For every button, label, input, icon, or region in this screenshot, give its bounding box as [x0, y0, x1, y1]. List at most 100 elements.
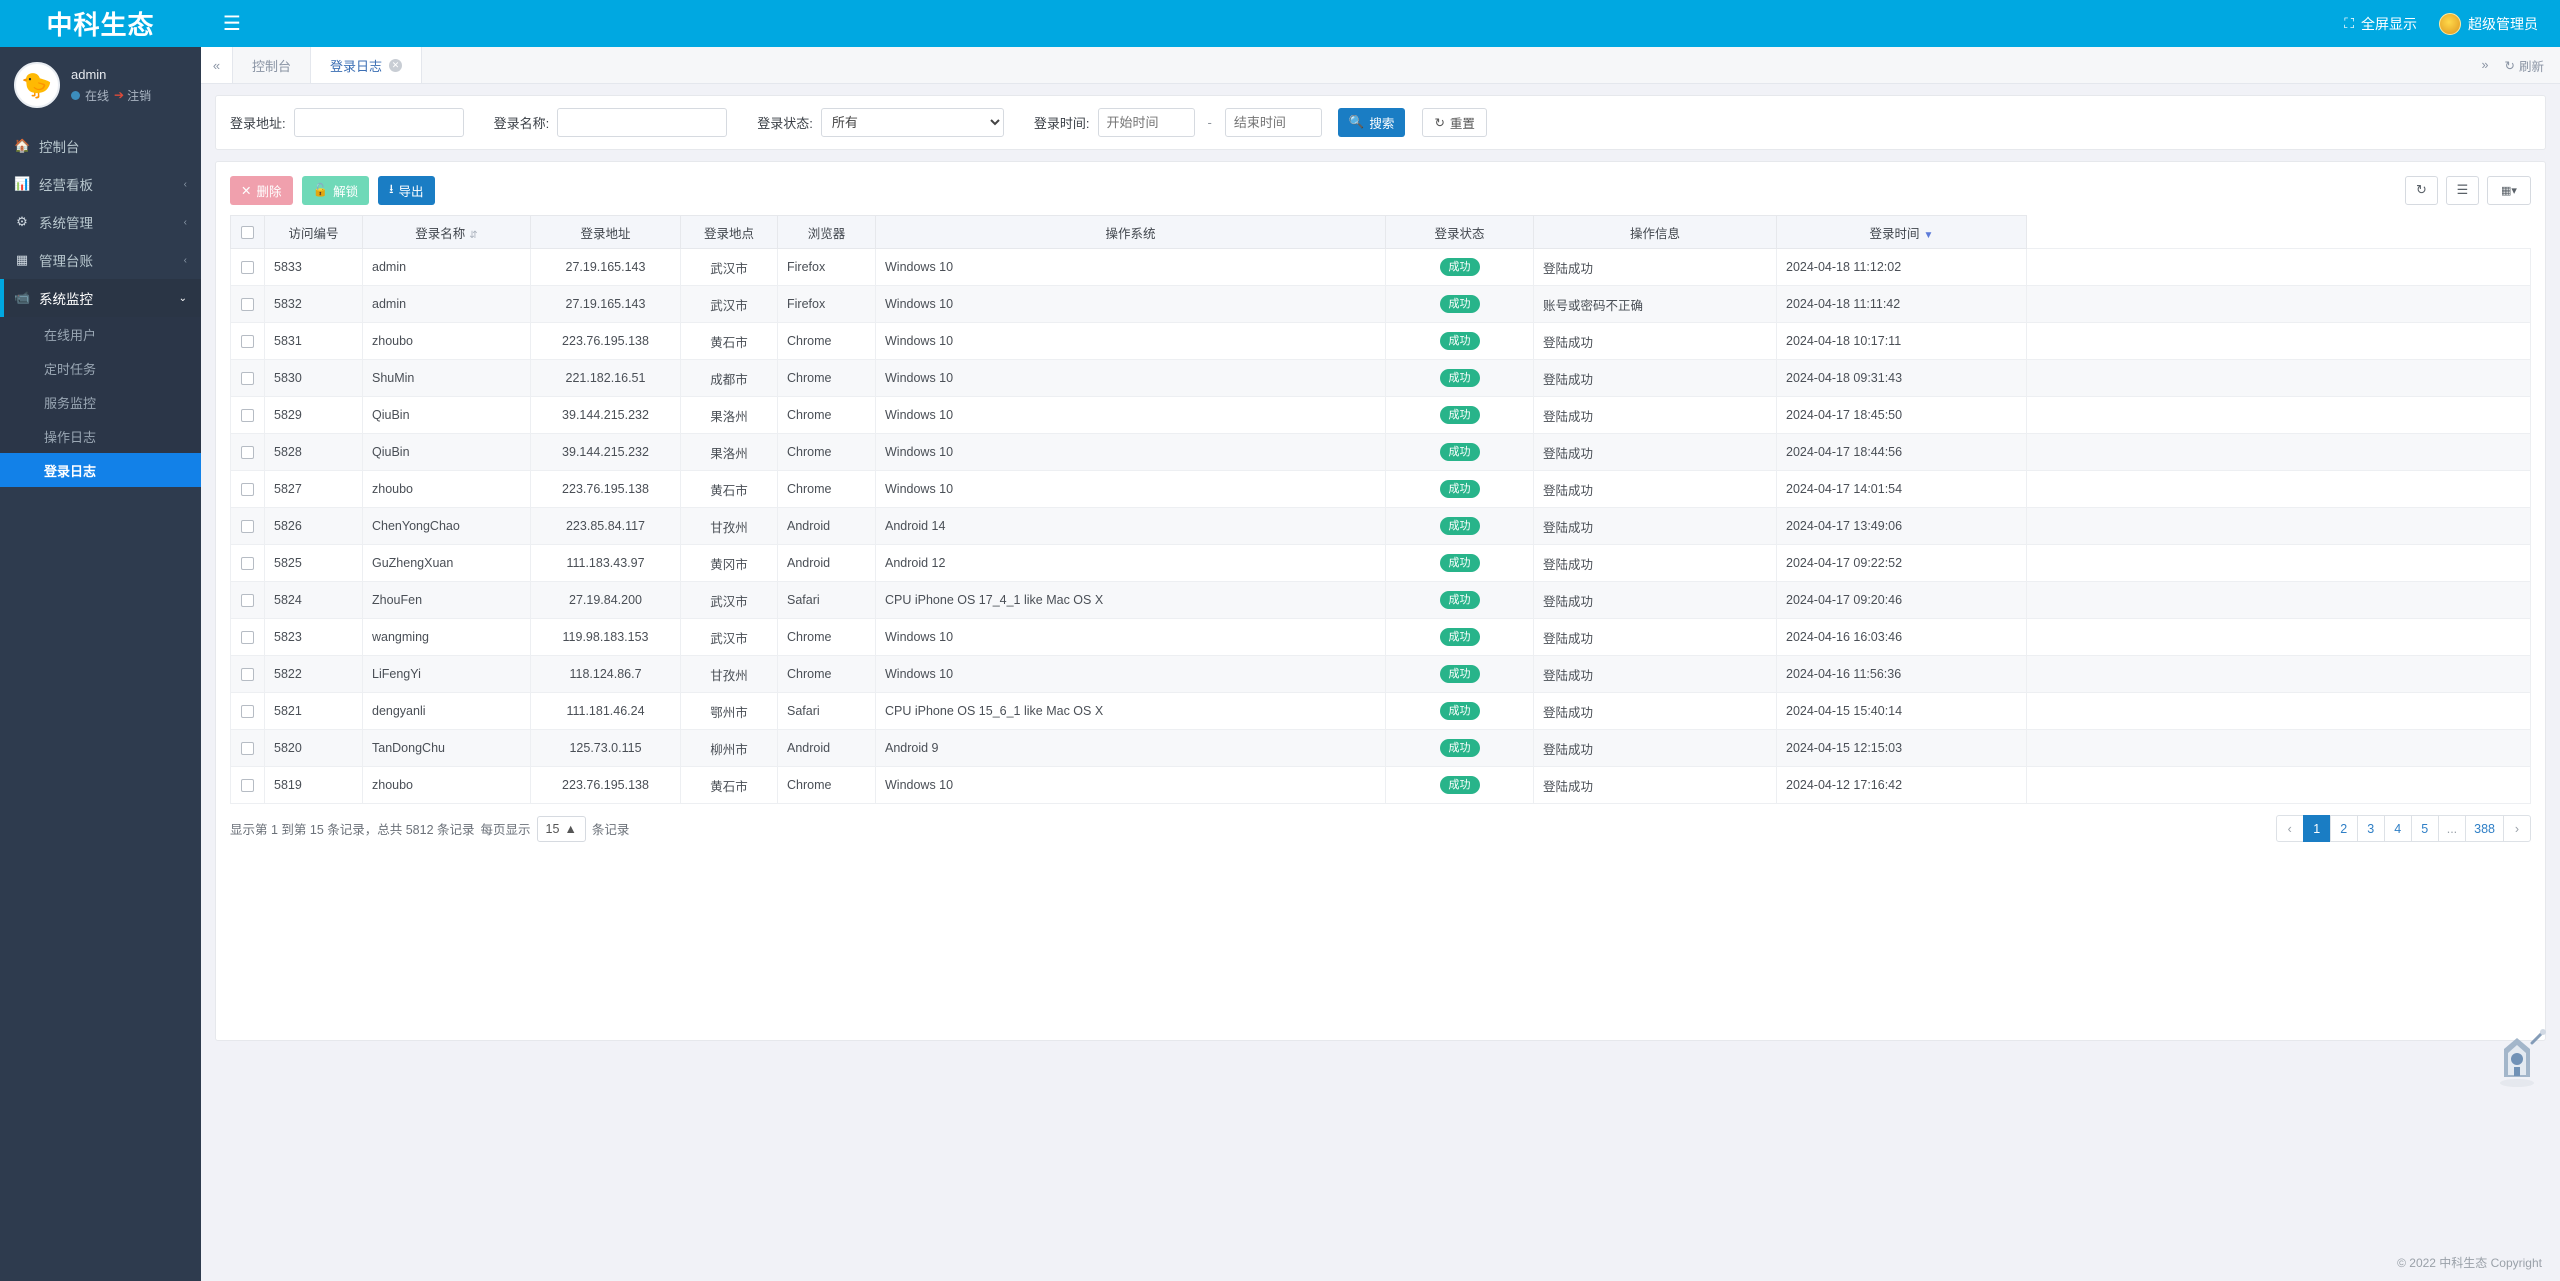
- row-select-cell[interactable]: [230, 618, 265, 656]
- pagination-prev[interactable]: ‹: [2275, 815, 2304, 842]
- table-row[interactable]: 5820 TanDongChu 125.73.0.115 柳州市 Android Andr…: [230, 729, 2531, 767]
- col-os[interactable]: 操作系统: [875, 215, 1386, 249]
- refresh-button[interactable]: ↻ 刷新: [2505, 56, 2545, 75]
- table-row[interactable]: 5826 ChenYongChao 223.85.84.117 甘孜州 Android A…: [230, 507, 2531, 545]
- col-access-id[interactable]: 访问编号: [264, 215, 363, 249]
- row-checkbox[interactable]: [241, 631, 254, 645]
- pagination-next[interactable]: ›: [2503, 815, 2531, 842]
- row-select-cell[interactable]: [230, 285, 265, 323]
- row-select-cell[interactable]: [230, 766, 265, 804]
- user-menu[interactable]: 超级管理员: [2439, 12, 2538, 35]
- select-all-header[interactable]: [230, 215, 265, 249]
- sidebar-item-login-log[interactable]: 登录日志: [0, 453, 201, 487]
- row-checkbox[interactable]: [241, 742, 254, 756]
- table-row[interactable]: 5822 LiFengYi 118.124.86.7 甘孜州 Chrome Windows…: [230, 655, 2531, 693]
- table-row[interactable]: 5825 GuZhengXuan 111.183.43.97 黄冈市 Android An…: [230, 544, 2531, 582]
- pagination-page-1[interactable]: 1: [2302, 815, 2331, 842]
- row-select-cell[interactable]: [230, 322, 265, 360]
- col-login-name[interactable]: 登录名称 ⇵: [362, 215, 531, 249]
- sidebar-item-ledger[interactable]: ▦ 管理台账 ‹: [0, 241, 201, 279]
- columns-grid-icon[interactable]: ▦▾: [2487, 175, 2531, 205]
- refresh-icon[interactable]: ↻: [2405, 175, 2438, 205]
- row-checkbox[interactable]: [241, 520, 254, 534]
- sidebar-item-console[interactable]: 🏠 控制台: [0, 127, 201, 165]
- row-select-cell[interactable]: [230, 396, 265, 434]
- hamburger-icon[interactable]: ☰: [215, 10, 249, 38]
- col-login-address[interactable]: 登录地址: [530, 215, 681, 249]
- pagination-page-5[interactable]: 5: [2410, 815, 2439, 842]
- login-status-select[interactable]: 所有成功失败: [820, 108, 1004, 137]
- sidebar-item-operation-log[interactable]: 操作日志: [0, 419, 201, 453]
- row-select-cell[interactable]: [230, 581, 265, 619]
- row-checkbox[interactable]: [241, 668, 254, 682]
- table-row[interactable]: 5827 zhoubo 223.76.195.138 黄石市 Chrome Windows…: [230, 470, 2531, 508]
- table-row[interactable]: 5829 QiuBin 39.144.215.232 果洛州 Chrome Windows…: [230, 396, 2531, 434]
- sidebar-item-system-monitor[interactable]: 📹 系统监控 ⌄: [0, 279, 201, 317]
- page-size-select[interactable]: 15 ▲: [536, 815, 586, 842]
- sidebar-item-system-manage[interactable]: ⚙ 系统管理 ‹: [0, 203, 201, 241]
- row-select-cell[interactable]: [230, 248, 265, 286]
- cell-os: Android 14: [875, 507, 1386, 545]
- tab-console[interactable]: 控制台: [233, 47, 312, 83]
- row-checkbox[interactable]: [241, 372, 254, 386]
- row-select-cell[interactable]: [230, 470, 265, 508]
- row-checkbox[interactable]: [241, 594, 254, 608]
- table-row[interactable]: 5824 ZhouFen 27.19.84.200 武汉市 Safari CPU iPho…: [230, 581, 2531, 619]
- row-select-cell[interactable]: [230, 433, 265, 471]
- pagination-page-3[interactable]: 3: [2356, 815, 2385, 842]
- row-select-cell[interactable]: [230, 729, 265, 767]
- sidebar-item-service-monitor[interactable]: 服务监控: [0, 385, 201, 419]
- sidebar-item-dashboard[interactable]: 📊 经营看板 ‹: [0, 165, 201, 203]
- tab-login-log[interactable]: 登录日志 ✕: [311, 47, 423, 83]
- reset-button[interactable]: ↻ 重置: [1422, 108, 1487, 137]
- select-all-checkbox[interactable]: [241, 226, 254, 240]
- col-login-time[interactable]: 登录时间 ▼: [1776, 215, 2027, 249]
- row-checkbox[interactable]: [241, 705, 254, 719]
- table-row[interactable]: 5830 ShuMin 221.182.16.51 成都市 Chrome Windows …: [230, 359, 2531, 397]
- table-row[interactable]: 5819 zhoubo 223.76.195.138 黄石市 Chrome Windows…: [230, 766, 2531, 804]
- row-checkbox[interactable]: [241, 298, 254, 312]
- pagination-page-4[interactable]: 4: [2383, 815, 2412, 842]
- table-row[interactable]: 5821 dengyanli 111.181.46.24 鄂州市 Safari CPU i…: [230, 692, 2531, 730]
- user-avatar[interactable]: 🐤: [14, 62, 60, 108]
- table-row[interactable]: 5832 admin 27.19.165.143 武汉市 Firefox Windows …: [230, 285, 2531, 323]
- pagination-page-last[interactable]: 388: [2465, 815, 2504, 842]
- fullscreen-button[interactable]: ⛶ 全屏显示: [2344, 14, 2417, 34]
- row-select-cell[interactable]: [230, 655, 265, 693]
- row-checkbox[interactable]: [241, 557, 254, 571]
- table-row[interactable]: 5831 zhoubo 223.76.195.138 黄石市 Chrome Windows…: [230, 322, 2531, 360]
- row-select-cell[interactable]: [230, 544, 265, 582]
- end-time-input[interactable]: [1224, 108, 1322, 137]
- row-select-cell[interactable]: [230, 359, 265, 397]
- row-select-cell[interactable]: [230, 692, 265, 730]
- col-login-status[interactable]: 登录状态: [1385, 215, 1534, 249]
- table-row[interactable]: 5828 QiuBin 39.144.215.232 果洛州 Chrome Windows…: [230, 433, 2531, 471]
- list-view-icon[interactable]: ☰: [2446, 175, 2479, 205]
- export-button[interactable]: ⭳ 导出: [378, 175, 435, 205]
- logout-button[interactable]: ➔ 注销: [114, 87, 151, 104]
- table-row[interactable]: 5833 admin 27.19.165.143 武汉市 Firefox Windows …: [230, 248, 2531, 286]
- login-name-input[interactable]: [557, 108, 728, 137]
- col-login-place[interactable]: 登录地点: [680, 215, 778, 249]
- unlock-button[interactable]: 🔓 解锁: [301, 175, 370, 205]
- sidebar-item-online-users[interactable]: 在线用户: [0, 317, 201, 351]
- delete-button[interactable]: ✕ 删除: [230, 175, 293, 205]
- chevron-double-left-icon[interactable]: «: [201, 47, 233, 83]
- chevron-double-right-icon[interactable]: »: [2482, 58, 2489, 72]
- row-checkbox[interactable]: [241, 779, 254, 793]
- row-checkbox[interactable]: [241, 483, 254, 497]
- search-button[interactable]: 🔍 搜索: [1337, 108, 1406, 137]
- pagination-page-2[interactable]: 2: [2329, 815, 2358, 842]
- row-checkbox[interactable]: [241, 335, 254, 349]
- row-checkbox[interactable]: [241, 446, 254, 460]
- close-icon[interactable]: ✕: [389, 58, 403, 72]
- row-checkbox[interactable]: [241, 409, 254, 423]
- start-time-input[interactable]: [1097, 108, 1195, 137]
- col-browser[interactable]: 浏览器: [777, 215, 876, 249]
- col-message[interactable]: 操作信息: [1533, 215, 1777, 249]
- table-row[interactable]: 5823 wangming 119.98.183.153 武汉市 Chrome Windo…: [230, 618, 2531, 656]
- row-select-cell[interactable]: [230, 507, 265, 545]
- sidebar-item-scheduled-tasks[interactable]: 定时任务: [0, 351, 201, 385]
- row-checkbox[interactable]: [241, 261, 254, 275]
- login-address-input[interactable]: [293, 108, 464, 137]
